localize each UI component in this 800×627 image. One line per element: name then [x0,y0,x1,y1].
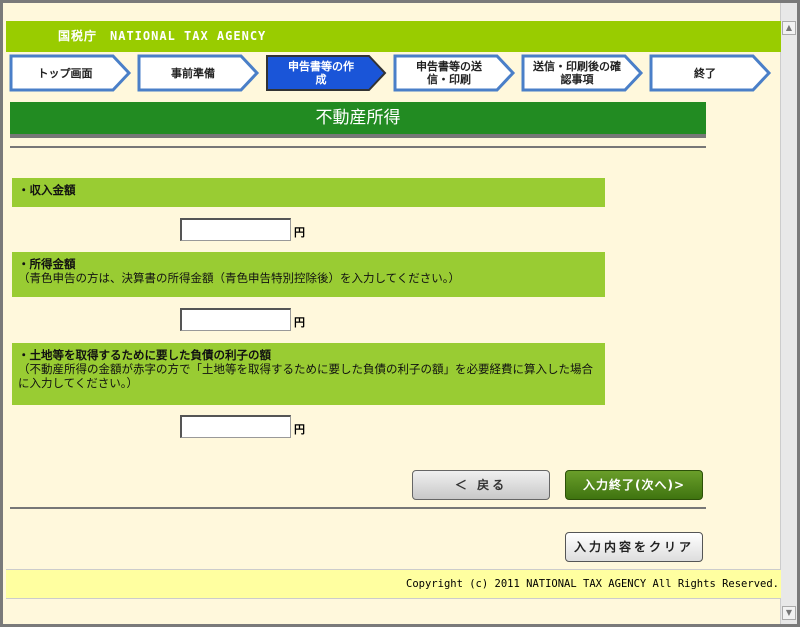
site-header: 国税庁 NATIONAL TAX AGENCY [6,21,781,52]
divider [10,507,706,509]
clear-input-button[interactable]: 入力内容をクリア [565,532,703,562]
divider [10,146,706,148]
earnings-amount-input[interactable] [180,308,291,331]
browser-window: ▲ ▼ 国税庁 NATIONAL TAX AGENCY トップ画面 事前準備 申… [0,0,800,627]
yen-unit: 円 [294,226,305,239]
next-button[interactable]: 入力終了(次へ)> [565,470,703,500]
income-amount-input[interactable] [180,218,291,241]
earnings-amount-section: ・所得金額 （青色申告の方は、決算書の所得金額（青色申告特別控除後）を入力してくだ… [12,252,605,297]
scroll-up-icon[interactable]: ▲ [782,21,796,35]
back-button[interactable]: ＜ 戻る [412,470,550,500]
land-debt-interest-section: ・土地等を取得するために要した負債の利子の額 （不動産所得の金額が赤字の方で「土地… [12,343,605,405]
page-title: 不動産所得 [10,102,706,138]
step-preparation[interactable]: 事前準備 [137,54,261,92]
scrollbar[interactable]: ▲ ▼ [780,3,797,624]
footer-copyright: Copyright (c) 2011 NATIONAL TAX AGENCY A… [6,569,781,599]
income-amount-section: ・収入金額 [12,178,605,207]
scroll-down-icon[interactable]: ▼ [782,606,796,620]
step-end[interactable]: 終了 [649,54,773,92]
step-confirm[interactable]: 送信・印刷後の確認事項 [521,54,645,92]
step-send-print[interactable]: 申告書等の送信・印刷 [393,54,517,92]
step-top[interactable]: トップ画面 [9,54,133,92]
land-debt-interest-input[interactable] [180,415,291,438]
yen-unit: 円 [294,316,305,329]
step-create-current[interactable]: 申告書等の作成 [265,54,389,92]
yen-unit: 円 [294,423,305,436]
